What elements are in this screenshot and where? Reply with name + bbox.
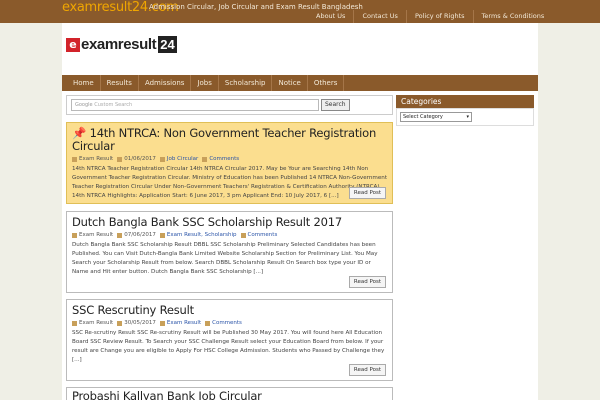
post-comments[interactable]: Comments bbox=[248, 232, 278, 238]
post-author: Exam Result bbox=[79, 320, 114, 326]
top-link-contact[interactable]: Contact Us bbox=[353, 10, 406, 23]
post-categories[interactable]: Exam Result bbox=[167, 320, 201, 326]
post-card: Probashi Kallyan Bank Job Circular bbox=[66, 387, 393, 400]
post-date: 07/06/2017 bbox=[124, 232, 156, 238]
search-placeholder: Custom Search bbox=[94, 102, 133, 108]
site-logo[interactable]: e examresult 24 bbox=[66, 36, 177, 53]
top-link-about[interactable]: About Us bbox=[308, 10, 353, 23]
author-icon bbox=[72, 232, 77, 238]
post-categories[interactable]: Job Circular bbox=[167, 156, 198, 162]
calendar-icon bbox=[117, 156, 123, 162]
nav-others[interactable]: Others bbox=[308, 75, 345, 91]
post-title[interactable]: Dutch Bangla Bank SSC Scholarship Result… bbox=[72, 216, 387, 229]
post-card: 📌 14th NTRCA: Non Government Teacher Reg… bbox=[66, 122, 393, 204]
folder-icon bbox=[159, 320, 165, 326]
post-date: 01/06/2017 bbox=[124, 156, 156, 162]
author-icon bbox=[72, 320, 77, 326]
calendar-icon bbox=[117, 320, 123, 326]
read-more-button[interactable]: Read Post bbox=[348, 276, 386, 288]
read-more-button[interactable]: Read Post bbox=[348, 187, 386, 199]
comment-icon bbox=[240, 232, 246, 238]
post-meta: Exam Result 07/06/2017 Exam Result, Scho… bbox=[72, 232, 387, 238]
chevron-down-icon: ▾ bbox=[466, 114, 469, 120]
categories-widget: Select Category ▾ bbox=[396, 108, 534, 126]
nav-admissions[interactable]: Admissions bbox=[139, 75, 192, 91]
folder-icon bbox=[159, 156, 165, 162]
calendar-icon bbox=[117, 232, 123, 238]
post-author: Exam Result bbox=[79, 156, 114, 162]
top-bar: examresult24.com Admission Circular, Job… bbox=[0, 0, 600, 23]
post-comments[interactable]: Comments bbox=[212, 320, 242, 326]
search-button[interactable]: Search bbox=[321, 99, 350, 111]
comment-icon bbox=[205, 320, 211, 326]
search-bar: Google Custom Search Search bbox=[66, 95, 393, 115]
category-select[interactable]: Select Category ▾ bbox=[400, 112, 472, 122]
top-links: About Us Contact Us Policy of Rights Ter… bbox=[308, 10, 552, 23]
post-excerpt: Dutch Bangla Bank SSC Scholarship Result… bbox=[72, 242, 378, 275]
logo-mark: e bbox=[66, 37, 80, 52]
post-meta: Exam Result 30/05/2017 Exam Result Comme… bbox=[72, 320, 387, 326]
post-title[interactable]: Probashi Kallyan Bank Job Circular bbox=[72, 390, 387, 400]
nav-notice[interactable]: Notice bbox=[272, 75, 308, 91]
comment-icon bbox=[202, 156, 208, 162]
read-more-button[interactable]: Read Post bbox=[348, 364, 386, 376]
category-select-value: Select Category bbox=[403, 114, 443, 120]
categories-heading: Categories bbox=[396, 95, 534, 108]
nav-scholarship[interactable]: Scholarship bbox=[219, 75, 273, 91]
folder-icon bbox=[159, 232, 165, 238]
search-input[interactable]: Google Custom Search bbox=[71, 99, 319, 111]
post-meta: Exam Result 01/06/2017 Job Circular Comm… bbox=[72, 156, 387, 162]
post-title[interactable]: 📌 14th NTRCA: Non Government Teacher Reg… bbox=[72, 127, 387, 153]
logo-number: 24 bbox=[158, 36, 177, 53]
post-date: 30/05/2017 bbox=[124, 320, 156, 326]
post-author: Exam Result bbox=[79, 232, 114, 238]
main-nav: Home Results Admissions Jobs Scholarship… bbox=[62, 75, 538, 91]
post-comments[interactable]: Comments bbox=[209, 156, 239, 162]
post-card: SSC Rescrutiny Result Exam Result 30/05/… bbox=[66, 299, 393, 381]
search-brand: Google bbox=[75, 102, 93, 108]
post-card: Dutch Bangla Bank SSC Scholarship Result… bbox=[66, 211, 393, 293]
post-categories[interactable]: Exam Result, Scholarship bbox=[167, 232, 237, 238]
post-title[interactable]: SSC Rescrutiny Result bbox=[72, 304, 387, 317]
nav-home[interactable]: Home bbox=[62, 75, 101, 91]
logo-text: examresult bbox=[81, 36, 157, 53]
nav-results[interactable]: Results bbox=[101, 75, 139, 91]
top-link-policy[interactable]: Policy of Rights bbox=[405, 10, 473, 23]
post-excerpt: SSC Re-scrutiny Result SSC Re-scrutiny R… bbox=[72, 330, 385, 363]
nav-jobs[interactable]: Jobs bbox=[191, 75, 219, 91]
post-excerpt: 14th NTRCA Teacher Registration Circular… bbox=[72, 166, 388, 199]
author-icon bbox=[72, 156, 77, 162]
top-link-terms[interactable]: Terms & Conditions bbox=[472, 10, 553, 23]
